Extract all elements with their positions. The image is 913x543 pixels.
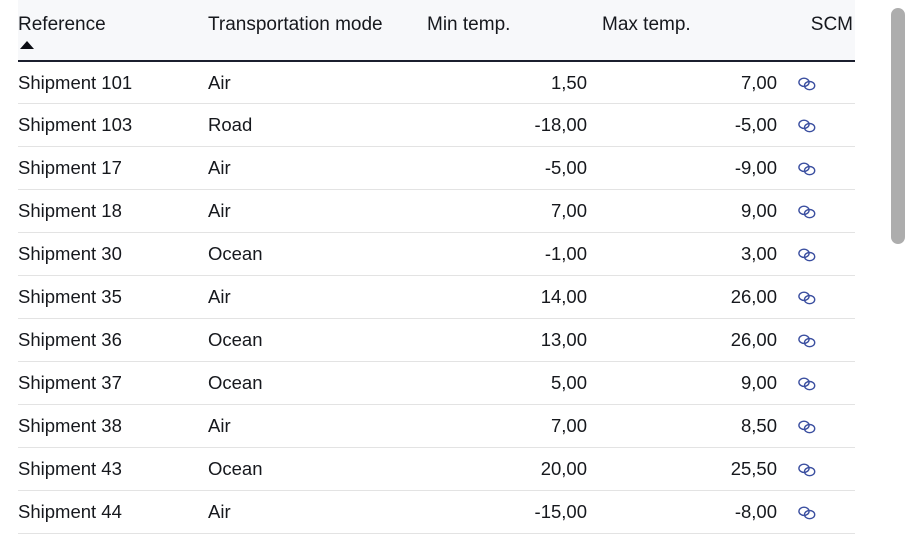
column-header-min-temp-label: Min temp.	[427, 14, 511, 35]
cell-min-temp: 1,50	[423, 61, 598, 104]
cell-max-temp: 8,50	[598, 404, 788, 448]
cell-max-temp: -8,00	[598, 490, 788, 534]
cell-scm[interactable]	[788, 361, 855, 405]
cell-reference: Shipment 38	[18, 404, 208, 448]
column-header-reference-label: Reference	[18, 14, 106, 35]
table-row[interactable]: Shipment 17 Air -5,00 -9,00	[18, 146, 855, 190]
link-chain-icon[interactable]	[796, 290, 818, 306]
column-header-reference[interactable]: Reference	[18, 0, 208, 62]
cell-transportation-mode: Ocean	[208, 361, 423, 405]
cell-scm[interactable]	[788, 189, 855, 233]
table-body: Shipment 101 Air 1,50 7,00 Shipment 103 Road -…	[18, 61, 855, 534]
cell-max-temp: 26,00	[598, 318, 788, 362]
table-row[interactable]: Shipment 30 Ocean -1,00 3,00	[18, 232, 855, 276]
cell-reference: Shipment 101	[18, 61, 208, 104]
cell-max-temp: 25,50	[598, 447, 788, 491]
cell-scm[interactable]	[788, 490, 855, 534]
link-chain-icon[interactable]	[796, 333, 818, 349]
table-row[interactable]: Shipment 37 Ocean 5,00 9,00	[18, 361, 855, 405]
cell-transportation-mode: Air	[208, 490, 423, 534]
table-header-row: Reference Transportation mode Min temp.	[18, 0, 855, 62]
link-chain-icon[interactable]	[796, 118, 818, 134]
column-header-transportation-mode-label: Transportation mode	[208, 14, 383, 35]
link-chain-icon[interactable]	[796, 419, 818, 435]
cell-scm[interactable]	[788, 275, 855, 319]
column-header-scm[interactable]: SCM	[788, 0, 855, 62]
cell-transportation-mode: Ocean	[208, 447, 423, 491]
table-row[interactable]: Shipment 103 Road -18,00 -5,00	[18, 103, 855, 147]
table-row[interactable]: Shipment 44 Air -15,00 -8,00	[18, 490, 855, 534]
cell-scm[interactable]	[788, 404, 855, 448]
cell-min-temp: 13,00	[423, 318, 598, 362]
link-chain-icon[interactable]	[796, 76, 818, 92]
cell-reference: Shipment 35	[18, 275, 208, 319]
cell-max-temp: 3,00	[598, 232, 788, 276]
cell-transportation-mode: Air	[208, 61, 423, 104]
cell-scm[interactable]	[788, 232, 855, 276]
column-header-transportation-mode[interactable]: Transportation mode	[208, 0, 423, 62]
cell-scm[interactable]	[788, 103, 855, 147]
cell-reference: Shipment 103	[18, 103, 208, 147]
cell-scm[interactable]	[788, 318, 855, 362]
link-chain-icon[interactable]	[796, 247, 818, 263]
link-chain-icon[interactable]	[796, 161, 818, 177]
cell-min-temp: -18,00	[423, 103, 598, 147]
column-header-scm-label: SCM	[810, 14, 853, 35]
cell-reference: Shipment 30	[18, 232, 208, 276]
link-chain-icon[interactable]	[796, 376, 818, 392]
cell-transportation-mode: Air	[208, 275, 423, 319]
column-header-max-temp-label: Max temp.	[602, 14, 691, 35]
cell-min-temp: 14,00	[423, 275, 598, 319]
cell-scm[interactable]	[788, 146, 855, 190]
table-row[interactable]: Shipment 35 Air 14,00 26,00	[18, 275, 855, 319]
cell-max-temp: -5,00	[598, 103, 788, 147]
vertical-scrollbar[interactable]	[883, 0, 913, 543]
cell-scm[interactable]	[788, 61, 855, 104]
shipment-temperature-grid: Reference Transportation mode Min temp.	[0, 0, 913, 543]
cell-reference: Shipment 37	[18, 361, 208, 405]
cell-min-temp: -15,00	[423, 490, 598, 534]
cell-min-temp: 5,00	[423, 361, 598, 405]
link-chain-icon[interactable]	[796, 505, 818, 521]
cell-min-temp: 7,00	[423, 189, 598, 233]
cell-transportation-mode: Ocean	[208, 232, 423, 276]
link-chain-icon[interactable]	[796, 204, 818, 220]
cell-min-temp: -5,00	[423, 146, 598, 190]
scrollbar-thumb-icon[interactable]	[891, 8, 905, 244]
cell-max-temp: 26,00	[598, 275, 788, 319]
cell-reference: Shipment 44	[18, 490, 208, 534]
cell-transportation-mode: Air	[208, 404, 423, 448]
link-chain-icon[interactable]	[796, 462, 818, 478]
cell-min-temp: -1,00	[423, 232, 598, 276]
table-row[interactable]: Shipment 101 Air 1,50 7,00	[18, 61, 855, 104]
cell-max-temp: 9,00	[598, 189, 788, 233]
column-header-min-temp[interactable]: Min temp.	[423, 0, 598, 62]
cell-min-temp: 20,00	[423, 447, 598, 491]
cell-scm[interactable]	[788, 447, 855, 491]
cell-reference: Shipment 43	[18, 447, 208, 491]
table-row[interactable]: Shipment 43 Ocean 20,00 25,50	[18, 447, 855, 491]
cell-reference: Shipment 36	[18, 318, 208, 362]
table-row[interactable]: Shipment 38 Air 7,00 8,50	[18, 404, 855, 448]
table-header: Reference Transportation mode Min temp.	[18, 0, 855, 62]
shipments-table: Reference Transportation mode Min temp.	[18, 0, 855, 534]
table-row[interactable]: Shipment 18 Air 7,00 9,00	[18, 189, 855, 233]
cell-max-temp: 7,00	[598, 61, 788, 104]
column-header-max-temp[interactable]: Max temp.	[598, 0, 788, 62]
cell-transportation-mode: Air	[208, 189, 423, 233]
cell-reference: Shipment 17	[18, 146, 208, 190]
cell-max-temp: -9,00	[598, 146, 788, 190]
sort-ascending-triangle-icon[interactable]	[20, 41, 34, 49]
cell-transportation-mode: Air	[208, 146, 423, 190]
cell-max-temp: 9,00	[598, 361, 788, 405]
cell-transportation-mode: Ocean	[208, 318, 423, 362]
grid-scroll-region[interactable]: Reference Transportation mode Min temp.	[0, 0, 873, 543]
table-row[interactable]: Shipment 36 Ocean 13,00 26,00	[18, 318, 855, 362]
cell-transportation-mode: Road	[208, 103, 423, 147]
cell-min-temp: 7,00	[423, 404, 598, 448]
cell-reference: Shipment 18	[18, 189, 208, 233]
